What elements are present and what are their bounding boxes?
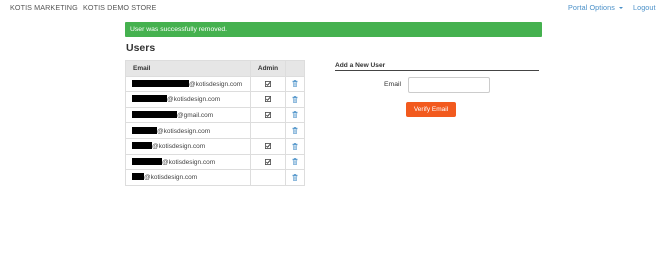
- admin-cell: [250, 137, 286, 155]
- redacted-block: [132, 95, 167, 103]
- delete-cell: [285, 137, 305, 155]
- delete-cell: [285, 169, 305, 186]
- portal-options-label: Portal Options: [568, 3, 615, 12]
- redacted-block: [132, 126, 157, 134]
- users-table: Email Admin @kotisdesign.com @kotisdesign…: [125, 60, 305, 186]
- table-row: @kotisdesign.com: [125, 75, 305, 93]
- email-domain: @kotisdesign.com: [152, 143, 206, 151]
- checked-box-icon: [265, 143, 271, 149]
- logout-link[interactable]: Logout: [633, 3, 656, 12]
- top-navbar: KOTIS MARKETING KOTIS DEMO STORE Portal …: [0, 0, 670, 14]
- table-row: @gmail.com: [125, 106, 305, 124]
- table-row: @kotisdesign.com: [125, 91, 305, 108]
- table-header-row: Email Admin: [125, 60, 305, 77]
- page-title: Users: [126, 42, 156, 54]
- email-domain: @kotisdesign.com: [189, 80, 243, 88]
- email-input[interactable]: [408, 77, 490, 93]
- trash-icon[interactable]: [292, 80, 298, 88]
- admin-cell: [250, 122, 286, 139]
- caret-down-icon: [618, 7, 623, 10]
- alert-message: User was successfully removed.: [130, 25, 228, 33]
- user-email-cell: @kotisdesign.com: [125, 75, 251, 93]
- trash-icon[interactable]: [292, 142, 298, 150]
- verify-email-button[interactable]: Verify Email: [406, 102, 456, 117]
- user-email-cell: @kotisdesign.com: [125, 122, 251, 139]
- trash-icon[interactable]: [292, 111, 298, 119]
- user-email-cell: @kotisdesign.com: [125, 91, 251, 108]
- header-actions: [285, 60, 305, 77]
- email-domain: @kotisdesign.com: [157, 127, 211, 135]
- checked-box-icon: [265, 96, 271, 103]
- header-email: Email: [125, 60, 251, 77]
- admin-cell: [250, 75, 286, 93]
- portal-options-menu[interactable]: Portal Options: [568, 3, 623, 12]
- table-row: @kotisdesign.com: [125, 122, 305, 139]
- delete-cell: [285, 106, 305, 124]
- user-email-cell: @kotisdesign.com: [125, 169, 251, 186]
- admin-cell: [250, 153, 286, 171]
- trash-icon[interactable]: [292, 158, 298, 166]
- delete-cell: [285, 122, 305, 139]
- redacted-block: [132, 173, 144, 181]
- delete-cell: [285, 91, 305, 108]
- redacted-block: [132, 111, 177, 119]
- checked-box-icon: [265, 111, 271, 118]
- email-domain: @kotisdesign.com: [144, 174, 198, 182]
- table-row: @kotisdesign.com: [125, 153, 305, 171]
- admin-cell: [250, 169, 286, 186]
- success-alert: User was successfully removed.: [125, 22, 542, 37]
- add-user-heading: Add a New User: [335, 62, 539, 71]
- delete-cell: [285, 153, 305, 171]
- nav-kotis-marketing[interactable]: KOTIS MARKETING: [10, 3, 78, 12]
- trash-icon[interactable]: [292, 127, 298, 134]
- header-admin: Admin: [250, 60, 286, 77]
- admin-cell: [250, 106, 286, 124]
- trash-icon[interactable]: [292, 173, 298, 181]
- checked-box-icon: [265, 158, 271, 165]
- table-row: @kotisdesign.com: [125, 137, 305, 155]
- email-domain: @gmail.com: [177, 112, 214, 120]
- redacted-block: [132, 79, 189, 87]
- delete-cell: [285, 75, 305, 93]
- email-label: Email: [384, 81, 401, 88]
- user-email-cell: @kotisdesign.com: [125, 153, 251, 171]
- email-domain: @kotisdesign.com: [167, 96, 221, 104]
- user-email-cell: @gmail.com: [125, 106, 251, 124]
- email-domain: @kotisdesign.com: [162, 158, 216, 166]
- user-email-cell: @kotisdesign.com: [125, 137, 251, 155]
- redacted-block: [132, 142, 152, 150]
- checked-box-icon: [265, 80, 271, 87]
- trash-icon[interactable]: [292, 95, 298, 103]
- table-row: @kotisdesign.com: [125, 169, 305, 186]
- nav-kotis-demo-store[interactable]: KOTIS DEMO STORE: [83, 3, 156, 12]
- redacted-block: [132, 157, 162, 165]
- admin-cell: [250, 91, 286, 108]
